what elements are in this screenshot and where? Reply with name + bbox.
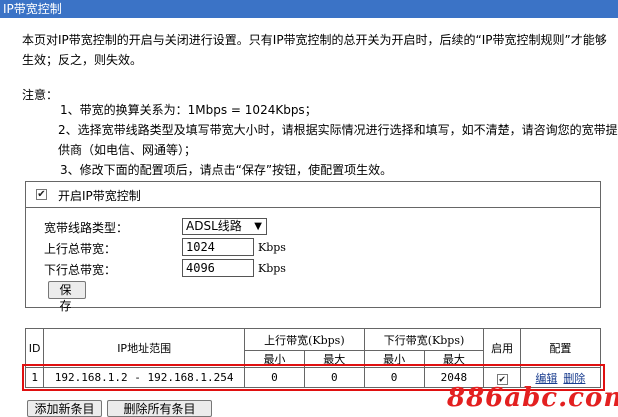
line-type-label: 宽带线路类型： [44, 221, 129, 235]
col-header-upload: 上行带宽(Kbps) [244, 328, 365, 351]
col-header-config: 配置 [519, 328, 602, 368]
download-unit: Kbps [258, 262, 286, 275]
enable-bandwidth-label: 开启IP带宽控制 [58, 189, 141, 203]
window-title: IP带宽控制 [0, 0, 618, 18]
bandwidth-settings-panel: ✔ 开启IP带宽控制 宽带线路类型： ADSL线路 ▼ 上行总带宽： 1024 … [25, 181, 601, 313]
upload-label: 上行总带宽： [44, 242, 117, 256]
col-header-id: ID [24, 328, 45, 368]
note-item: 2、选择宽带线路类型及填写带宽大小时，请根据实际情况进行选择和填写，如不清楚，请… [58, 123, 618, 137]
enable-bandwidth-checkbox[interactable]: ✔ [36, 189, 47, 200]
upload-bandwidth-input[interactable]: 1024 [182, 238, 254, 256]
col-header-enable: 启用 [483, 328, 521, 368]
download-bandwidth-input[interactable]: 4096 [182, 259, 254, 277]
notes-title: 注意： [22, 88, 59, 102]
download-label: 下行总带宽： [44, 263, 117, 277]
col-header-ip-range: IP地址范围 [43, 328, 246, 368]
note-item: 3、修改下面的配置项后，请点击“保存”按钮，使配置项生效。 [60, 163, 393, 177]
add-entry-button[interactable]: 添加新条目 [27, 400, 102, 417]
note-item: 1、带宽的换算关系为：1Mbps = 1024Kbps； [60, 103, 317, 117]
save-button[interactable]: 保 存 [48, 281, 86, 313]
line-type-select[interactable]: ADSL线路 ▼ [182, 218, 267, 235]
delete-all-button[interactable]: 删除所有条目 [107, 400, 212, 417]
intro-text: 本页对IP带宽控制的开启与关闭进行设置。只有IP带宽控制的总开关为开启时，后续的… [22, 33, 607, 67]
note-item: 供商（如电信、网通等）； [58, 143, 197, 157]
enable-row: ✔ 开启IP带宽控制 [26, 182, 600, 208]
col-header-download: 下行带宽(Kbps) [363, 328, 485, 351]
upload-unit: Kbps [258, 241, 286, 254]
line-type-value: ADSL线路 [186, 219, 242, 233]
watermark-logo: 886abc.com [447, 383, 618, 413]
chevron-down-icon: ▼ [254, 221, 262, 232]
